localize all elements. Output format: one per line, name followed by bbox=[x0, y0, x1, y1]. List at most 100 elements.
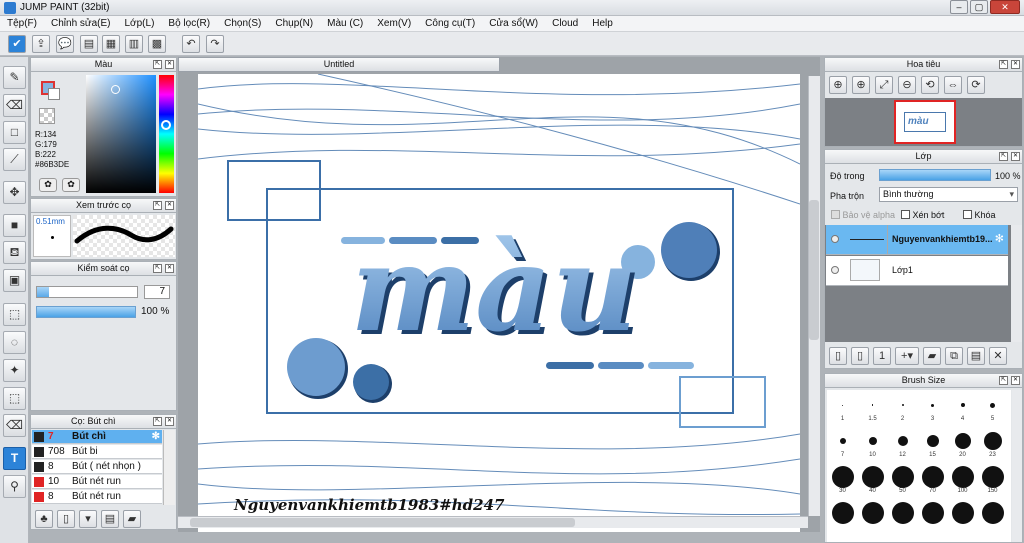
menu-layer[interactable]: Lớp(L) bbox=[118, 18, 162, 29]
brush-size-cell[interactable]: 70 bbox=[919, 466, 946, 494]
protect-alpha-option[interactable]: Bảo vệ alpha bbox=[831, 210, 895, 220]
folder-icon[interactable]: ▰ bbox=[123, 510, 141, 528]
brush-tree-icon[interactable]: ♣ bbox=[35, 510, 53, 528]
panel-float-icon[interactable]: ⇱ bbox=[153, 201, 162, 210]
redo-icon[interactable]: ↷ bbox=[206, 35, 224, 53]
panel-close-icon[interactable]: ✕ bbox=[1011, 60, 1020, 69]
menu-cloud[interactable]: Cloud bbox=[545, 18, 585, 29]
document-tab[interactable]: Untitled bbox=[178, 57, 500, 72]
brush-size-cell[interactable]: 1.5 bbox=[859, 394, 886, 422]
hue-cursor[interactable] bbox=[161, 120, 171, 130]
panel-close-icon[interactable]: ✕ bbox=[165, 201, 174, 210]
brush-menu-icon[interactable]: ▾ bbox=[79, 510, 97, 528]
select-eraser-icon[interactable]: ⌫ bbox=[3, 414, 26, 437]
brush-size-slider[interactable] bbox=[36, 286, 138, 298]
brush-size-cell[interactable]: 15 bbox=[919, 430, 946, 458]
layer-list-scrollbar[interactable] bbox=[1011, 225, 1022, 342]
brush-size-cell[interactable] bbox=[919, 502, 946, 524]
layer-settings-icon[interactable]: ▤ bbox=[967, 347, 985, 365]
layer-type-icon[interactable]: 1 bbox=[873, 347, 891, 365]
brush-size-cell[interactable]: 10 bbox=[859, 430, 886, 458]
navigator-thumbnail[interactable]: màu bbox=[894, 100, 956, 144]
close-button[interactable]: ✕ bbox=[990, 0, 1020, 14]
brush-size-cell[interactable]: 7 bbox=[829, 430, 856, 458]
gear-icon[interactable]: ✻ bbox=[995, 232, 1004, 245]
chat-icon[interactable]: ▤ bbox=[80, 35, 98, 53]
brush-size-cell[interactable]: 150 bbox=[979, 466, 1006, 494]
brush-item[interactable]: 708 Bút bi bbox=[32, 445, 162, 459]
zoom-in-alt-icon[interactable]: ⊕ bbox=[852, 76, 870, 94]
menu-select[interactable]: Chọn(S) bbox=[217, 18, 268, 29]
rectangle-tool-icon[interactable]: □ bbox=[3, 121, 26, 144]
lock-option[interactable]: Khóa bbox=[963, 210, 996, 220]
eraser-tool-icon[interactable]: ⌫ bbox=[3, 94, 26, 117]
brush-item[interactable]: 8 Bút ( nét nhọn ) bbox=[32, 460, 162, 474]
panel-float-icon[interactable]: ⇱ bbox=[999, 376, 1008, 385]
new-layer-icon[interactable]: ▯ bbox=[829, 347, 847, 365]
canvas-paper[interactable]: màu màu Nguyenvankhiemtb1983#hd247 bbox=[198, 74, 800, 532]
brush-size-cell[interactable]: 5 bbox=[979, 394, 1006, 422]
new-layer-alt-icon[interactable]: ▯ bbox=[851, 347, 869, 365]
sub-color-swatch[interactable] bbox=[48, 88, 60, 100]
navigator-viewport[interactable]: màu bbox=[825, 98, 1022, 146]
panel-float-icon[interactable]: ⇱ bbox=[153, 60, 162, 69]
layer-row[interactable]: Nguyenvankhiemtb19... ✻ bbox=[826, 225, 1008, 255]
brush-tool-icon[interactable]: ✎ bbox=[3, 66, 26, 89]
add-layer-menu-icon[interactable]: +▾ bbox=[895, 347, 919, 365]
brush-size-cell[interactable] bbox=[949, 502, 976, 524]
check-icon[interactable]: ✔ bbox=[8, 35, 26, 53]
line-tool-icon[interactable]: ⟋ bbox=[3, 148, 26, 171]
lasso-tool-icon[interactable]: ◌ bbox=[3, 331, 26, 354]
palette-settings-icon[interactable]: ✿ bbox=[62, 178, 80, 192]
eye-icon[interactable] bbox=[831, 266, 839, 274]
palette-icon[interactable]: ✿ bbox=[39, 178, 57, 192]
brush-size-cell[interactable]: 100 bbox=[949, 466, 976, 494]
comment-icon[interactable]: 💬 bbox=[56, 35, 74, 53]
brush-size-cell[interactable] bbox=[979, 502, 1006, 524]
brush-size-cell[interactable]: 2 bbox=[889, 394, 916, 422]
brush-size-cell[interactable]: 1 bbox=[829, 394, 856, 422]
brush-size-cell[interactable]: 40 bbox=[859, 466, 886, 494]
panel-float-icon[interactable]: ⇱ bbox=[999, 60, 1008, 69]
panel-close-icon[interactable]: ✕ bbox=[1011, 152, 1020, 161]
canvas-vertical-scroll-thumb[interactable] bbox=[809, 200, 819, 340]
gradient-tool-icon[interactable]: ▣ bbox=[3, 269, 26, 292]
brush-size-cell[interactable]: 30 bbox=[829, 466, 856, 494]
clipping-option[interactable]: Xén bớt bbox=[901, 210, 944, 220]
minimize-button[interactable]: – bbox=[950, 0, 968, 14]
brush-size-cell[interactable]: 3 bbox=[919, 394, 946, 422]
eyedropper-tool-icon[interactable]: ⚲ bbox=[3, 475, 26, 498]
new-brush-icon[interactable]: ▯ bbox=[57, 510, 75, 528]
brush-size-input[interactable]: 7 bbox=[144, 285, 170, 299]
gear-icon[interactable]: ✻ bbox=[152, 430, 160, 443]
panel-close-icon[interactable]: ✕ bbox=[165, 60, 174, 69]
panel-close-icon[interactable]: ✕ bbox=[1011, 376, 1020, 385]
fit-screen-icon[interactable]: ⤢ bbox=[875, 76, 893, 94]
panel-float-icon[interactable]: ⇱ bbox=[153, 264, 162, 273]
eye-icon[interactable] bbox=[831, 235, 839, 243]
select-rect-icon[interactable]: ⬚ bbox=[3, 303, 26, 326]
brush-size-cell[interactable] bbox=[859, 502, 886, 524]
folder-icon[interactable]: ▰ bbox=[923, 347, 941, 365]
brush-size-cell[interactable] bbox=[889, 502, 916, 524]
magic-wand-icon[interactable]: ✦ bbox=[3, 359, 26, 382]
menu-window[interactable]: Cửa sổ(W) bbox=[482, 18, 545, 29]
sv-cursor[interactable] bbox=[111, 85, 120, 94]
page-icon[interactable]: ▥ bbox=[125, 35, 143, 53]
menu-color[interactable]: Màu (C) bbox=[320, 18, 370, 29]
brush-size-cell[interactable] bbox=[829, 502, 856, 524]
undo-icon[interactable]: ↶ bbox=[182, 35, 200, 53]
panel-close-icon[interactable]: ✕ bbox=[165, 417, 174, 426]
brush-size-cell[interactable]: 23 bbox=[979, 430, 1006, 458]
brush-item[interactable]: 10 Bút nét run bbox=[32, 475, 162, 489]
share-icon[interactable]: ⇪ bbox=[32, 35, 50, 53]
transparent-swatch[interactable] bbox=[39, 108, 55, 124]
panel-close-icon[interactable]: ✕ bbox=[165, 264, 174, 273]
canvas-horizontal-scroll-thumb[interactable] bbox=[190, 518, 575, 527]
rotate-left-icon[interactable]: ⟲ bbox=[921, 76, 939, 94]
brush-size-grid[interactable]: 1 1.5 2 3 4 5 7 10 12 15 20 23 30 40 50 70 100 150 bbox=[827, 390, 1011, 542]
menu-file[interactable]: Tệp(F) bbox=[0, 18, 44, 29]
brush-size-cell[interactable]: 12 bbox=[889, 430, 916, 458]
brush-item[interactable]: 8 Bút nét run bbox=[32, 490, 162, 504]
brush-size-cell[interactable]: 4 bbox=[949, 394, 976, 422]
